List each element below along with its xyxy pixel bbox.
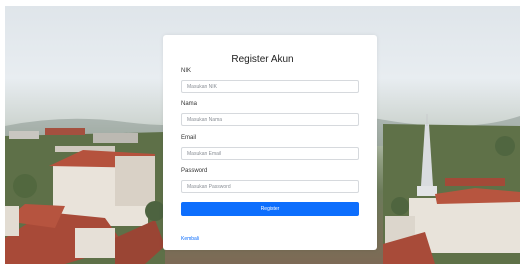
password-input[interactable] (181, 180, 359, 193)
email-input[interactable] (181, 147, 359, 160)
page-title: Register Akun (231, 54, 294, 65)
nik-label: NIK (181, 68, 192, 74)
register-card (163, 35, 377, 250)
password-label: Password (181, 168, 208, 174)
nik-input[interactable] (181, 80, 359, 93)
email-label: Email (181, 135, 197, 141)
nama-input[interactable] (181, 113, 359, 126)
back-link[interactable]: Kembali (181, 236, 199, 242)
register-button[interactable]: Register (181, 202, 359, 216)
nama-label: Nama (181, 101, 198, 107)
